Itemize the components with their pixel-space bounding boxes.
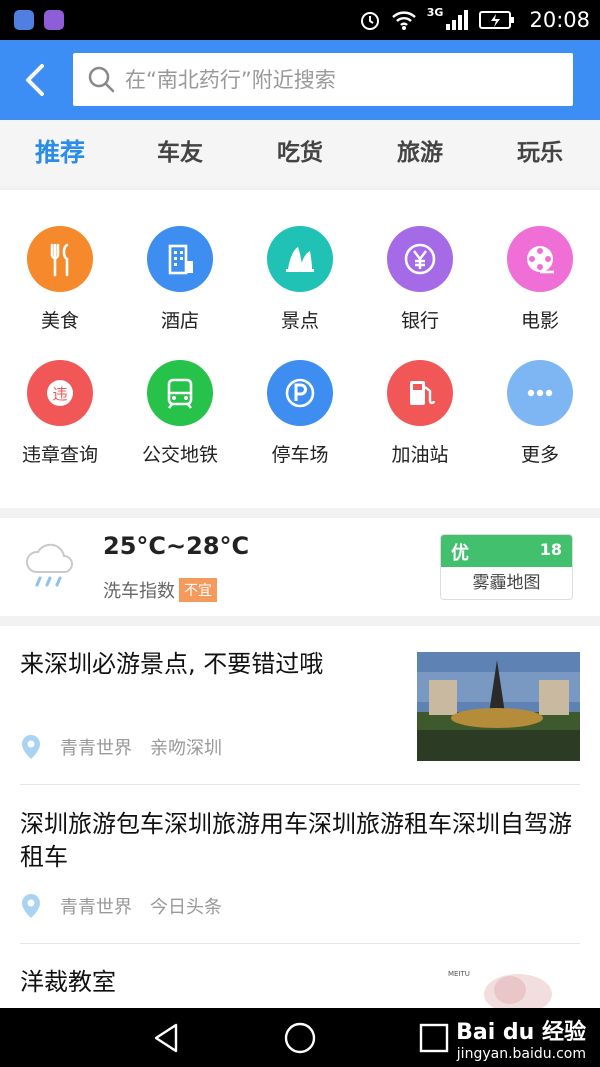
tab-foodies[interactable]: 吃货 <box>240 120 360 186</box>
air-quality-value: 18 <box>539 540 562 559</box>
network-type: 3G <box>426 6 444 19</box>
category-scenic[interactable]: 景点 <box>240 226 360 356</box>
divider <box>20 943 580 944</box>
bus-icon <box>147 360 213 426</box>
car-wash-badge: 不宜 <box>179 578 217 602</box>
air-quality-level: 优 <box>451 543 469 564</box>
category-label: 美食 <box>40 310 79 332</box>
article-source: 亲吻深圳 <box>150 738 222 759</box>
back-arrow-icon[interactable] <box>18 60 54 100</box>
watermark: Bai du 经验 jingyan.baidu.com <box>456 1014 586 1062</box>
back-triangle-icon[interactable] <box>150 1021 184 1055</box>
article-location: 青青世界 <box>60 897 132 918</box>
car-wash-index: 洗车指数 不宜 <box>103 577 217 603</box>
yen-icon <box>387 226 453 292</box>
article-thumbnail: MEITU <box>440 964 580 1008</box>
article-meta: 青青世界 亲吻深圳 <box>20 734 222 760</box>
system-nav-bar: Bai du 经验 jingyan.baidu.com <box>0 1008 600 1067</box>
maps-app-icon <box>14 10 34 30</box>
category-label: 违章查询 <box>21 444 98 466</box>
category-label: 停车场 <box>271 444 329 466</box>
haze-map-link[interactable]: 雾霾地图 <box>441 567 572 599</box>
air-quality-card[interactable]: 优 18 雾霾地图 <box>440 534 573 600</box>
tab-car-friends[interactable]: 车友 <box>120 120 240 186</box>
article-meta: 青青世界 今日头条 <box>20 893 222 919</box>
fork-knife-icon <box>27 226 93 292</box>
article-thumbnail <box>417 652 580 761</box>
recents-square-icon[interactable] <box>417 1021 451 1055</box>
divider <box>20 784 580 785</box>
violation-icon: 违 <box>27 360 93 426</box>
category-tabs: 推荐 车友 吃货 旅游 玩乐 <box>0 120 600 186</box>
category-gas-station[interactable]: 加油站 <box>360 360 480 490</box>
tab-entertainment[interactable]: 玩乐 <box>480 120 600 186</box>
location-pin-icon <box>22 894 40 918</box>
article-source: 今日头条 <box>150 897 222 918</box>
wifi-icon <box>391 11 416 30</box>
gallery-app-icon <box>44 10 64 30</box>
weather-card[interactable]: 25°C~28°C 洗车指数 不宜 优 18 雾霾地图 <box>0 518 600 616</box>
category-parking[interactable]: 停车场 <box>240 360 360 490</box>
tab-recommend[interactable]: 推荐 <box>0 120 120 186</box>
temperature-range: 25°C~28°C <box>103 532 250 560</box>
gas-station-icon <box>387 360 453 426</box>
category-hotel[interactable]: 酒店 <box>120 226 240 356</box>
watermark-url: jingyan.baidu.com <box>456 1046 586 1062</box>
signal-icon <box>446 10 469 30</box>
search-icon <box>88 66 115 93</box>
category-food[interactable]: 美食 <box>0 226 120 356</box>
location-pin-icon <box>22 735 40 759</box>
more-icon <box>507 360 573 426</box>
category-label: 银行 <box>400 310 439 332</box>
alarm-icon <box>360 12 379 30</box>
car-wash-label: 洗车指数 <box>103 581 175 602</box>
category-transit[interactable]: 公交地铁 <box>120 360 240 490</box>
home-circle-icon[interactable] <box>283 1021 317 1055</box>
baidu-jingyan-logo: Bai du 经验 <box>456 1020 586 1045</box>
rain-cloud-icon <box>26 543 73 587</box>
category-grid: 美食 酒店 景点 银行 电影 违 违章查询 公交地铁 停车场 加油站 更多 <box>0 190 600 508</box>
category-label: 电影 <box>520 310 559 332</box>
parking-icon <box>267 360 333 426</box>
article-location: 青青世界 <box>60 738 132 759</box>
battery-icon <box>479 11 515 29</box>
search-box[interactable] <box>73 53 573 106</box>
tab-travel[interactable]: 旅游 <box>360 120 480 186</box>
thumbnail-brand: MEITU <box>448 970 470 978</box>
violation-badge: 违 <box>52 385 67 403</box>
category-movie[interactable]: 电影 <box>480 226 600 356</box>
category-violation[interactable]: 违 违章查询 <box>0 360 120 490</box>
header <box>0 40 600 120</box>
clock: 20:08 <box>529 8 590 32</box>
category-bank[interactable]: 银行 <box>360 226 480 356</box>
article-feed: 来深圳必游景点, 不要错过哦 青青世界 亲吻深圳 深圳旅游包车深圳旅游用车深圳旅… <box>0 626 600 1008</box>
search-input[interactable] <box>125 53 565 106</box>
category-label: 公交地铁 <box>141 444 218 466</box>
building-icon <box>147 226 213 292</box>
film-reel-icon <box>507 226 573 292</box>
landmark-icon <box>267 226 333 292</box>
category-label: 更多 <box>520 444 559 466</box>
status-bar: 3G 20:08 <box>0 0 600 40</box>
category-label: 景点 <box>280 310 319 332</box>
category-more[interactable]: 更多 <box>480 360 600 490</box>
category-label: 酒店 <box>160 310 199 332</box>
category-label: 加油站 <box>391 444 449 466</box>
article-title: 来深圳必游景点, 不要错过哦 <box>20 650 324 678</box>
article-title: 深圳旅游包车深圳旅游用车深圳旅游租车深圳自驾游租车 <box>20 810 572 871</box>
